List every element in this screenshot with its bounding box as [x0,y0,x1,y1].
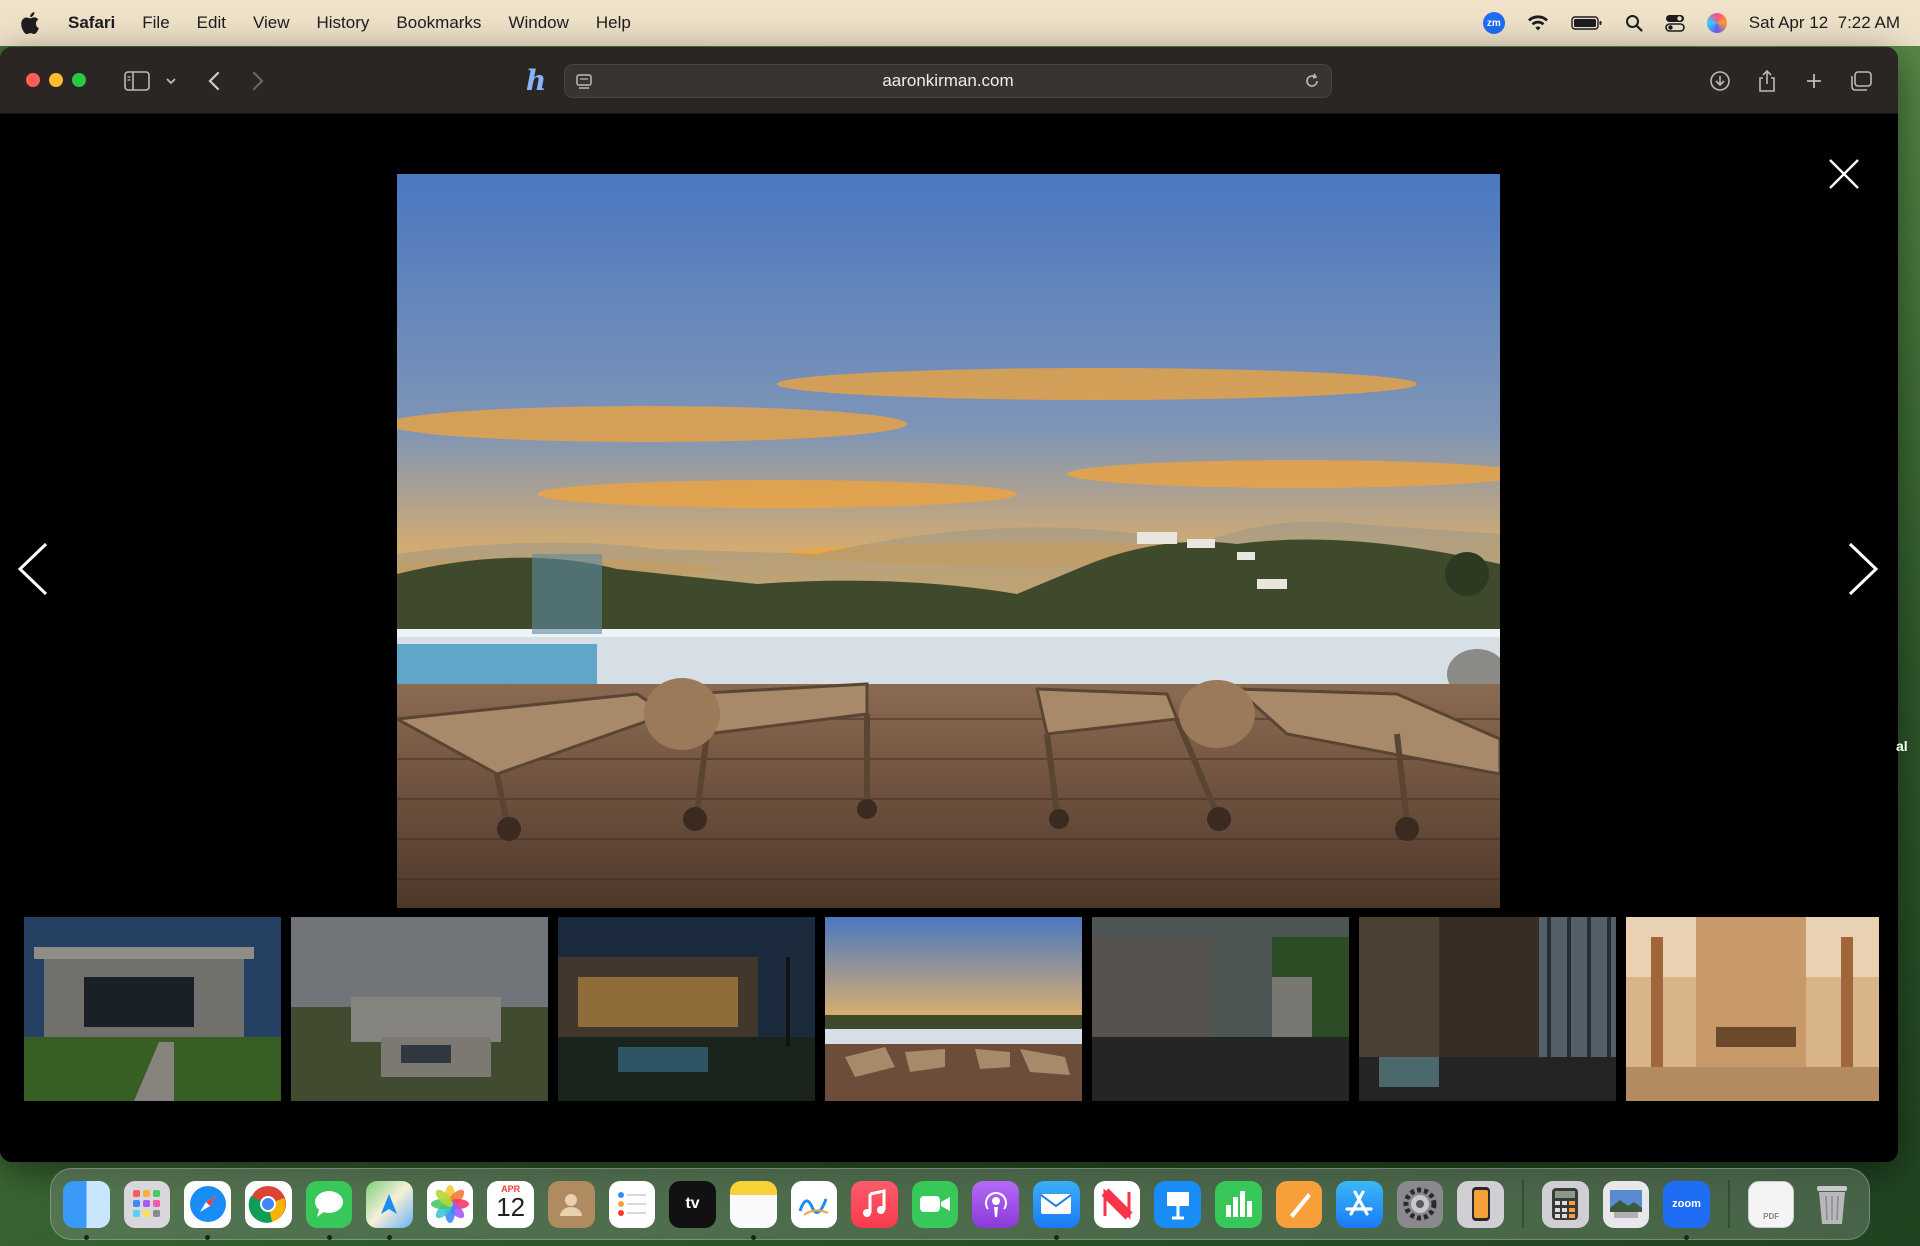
zoom-window-button[interactable] [72,73,86,87]
news-icon[interactable] [1093,1180,1141,1228]
menu-help[interactable]: Help [596,13,631,33]
thumbnail-5[interactable] [1092,917,1349,1101]
forward-button-icon[interactable] [246,47,270,114]
url-text[interactable]: aaronkirman.com [882,71,1013,91]
keynote-icon[interactable] [1154,1180,1201,1228]
podcasts-icon[interactable] [972,1180,1019,1228]
siri-icon[interactable] [1706,13,1727,33]
music-icon[interactable] [851,1180,898,1228]
wifi-icon[interactable] [1527,14,1549,32]
calendar-day-label: 12 [496,1191,526,1222]
control-center-icon[interactable] [1664,14,1685,32]
menu-edit[interactable]: Edit [197,13,226,33]
tv-label: tv [685,1195,700,1212]
back-button-icon[interactable] [202,47,226,114]
next-image-chevron-right-icon[interactable] [1842,540,1882,598]
thumbnail-3[interactable] [558,917,815,1101]
facetime-icon[interactable] [911,1180,959,1228]
browser-toolbar: h aaronkirman.com [0,47,1898,114]
zoom-status-icon[interactable]: zm [1482,12,1505,34]
close-window-button[interactable] [26,73,40,87]
gallery-main-image [397,174,1500,908]
page-menu-icon[interactable] [575,73,593,96]
menu-app-name[interactable]: Safari [68,13,115,33]
photos-icon[interactable] [426,1180,474,1228]
apple-tv-icon[interactable]: tv [669,1180,716,1228]
close-gallery-icon[interactable] [1826,156,1862,192]
dock-separator-2 [1727,1180,1730,1228]
reload-icon[interactable] [1303,72,1321,95]
tab-group-chevron-down-icon[interactable] [163,47,179,114]
menu-history[interactable]: History [317,13,370,33]
thumbnail-7[interactable] [1626,917,1879,1101]
share-icon[interactable] [1753,47,1781,114]
thumbnail-6[interactable] [1359,917,1616,1101]
zoom-app-icon[interactable]: zoom [1663,1180,1710,1240]
iphone-mirroring-icon[interactable] [1457,1180,1504,1228]
thumbnail-strip [24,917,1879,1101]
minimize-window-button[interactable] [49,73,63,87]
menu-bookmarks[interactable]: Bookmarks [396,13,481,33]
menu-window[interactable]: Window [508,13,568,33]
messages-icon[interactable] [305,1180,353,1240]
zoom-label: zoom [1672,1198,1701,1210]
apple-menu-icon[interactable] [20,11,42,35]
previous-image-chevron-left-icon[interactable] [14,540,54,598]
spotlight-search-icon[interactable] [1625,14,1643,32]
preview-icon[interactable] [1602,1180,1650,1228]
freeform-icon[interactable] [790,1180,838,1228]
thumbnail-2[interactable] [291,917,548,1101]
maps-icon[interactable] [366,1180,413,1240]
launchpad-icon[interactable] [123,1180,171,1228]
downloads-icon[interactable] [1706,47,1734,114]
menu-file[interactable]: File [142,13,169,33]
dock: APR 12 tv zoom PDF [50,1168,1870,1240]
calculator-icon[interactable] [1541,1180,1589,1228]
safari-window: h aaronkirman.com [0,47,1898,1162]
thumbnail-4-selected[interactable] [825,917,1082,1101]
pdf-document-icon[interactable]: PDF [1747,1180,1795,1228]
numbers-icon[interactable] [1214,1180,1262,1228]
thumbnail-1[interactable] [24,917,281,1101]
address-bar[interactable]: aaronkirman.com [564,64,1332,98]
dock-separator [1522,1180,1524,1228]
honey-extension-icon[interactable]: h [522,47,550,114]
pdf-label: PDF [1763,1211,1780,1221]
partially-visible-text: al [1896,738,1908,754]
safari-icon[interactable] [184,1180,231,1240]
chrome-icon[interactable] [244,1180,292,1228]
menu-clock[interactable]: Sat Apr 12 7:22 AM [1749,13,1900,33]
mail-icon[interactable] [1033,1180,1080,1240]
battery-icon[interactable] [1571,15,1603,31]
pages-icon[interactable] [1275,1180,1323,1228]
trash-icon[interactable] [1808,1181,1855,1228]
calendar-icon[interactable]: APR 12 [487,1180,534,1228]
lightbox-gallery [0,114,1898,1162]
notes-icon[interactable] [729,1180,777,1240]
sidebar-toggle-icon[interactable] [122,47,152,114]
app-store-icon[interactable] [1336,1180,1383,1228]
tab-overview-icon[interactable] [1846,47,1876,114]
menu-bar: Safari File Edit View History Bookmarks … [0,0,1920,46]
contacts-icon[interactable] [548,1180,595,1228]
window-controls [26,73,86,87]
menu-view[interactable]: View [253,13,290,33]
system-settings-icon[interactable] [1396,1180,1444,1228]
finder-icon[interactable] [63,1180,110,1240]
reminders-icon[interactable] [608,1180,656,1228]
new-tab-plus-icon[interactable] [1800,47,1828,114]
